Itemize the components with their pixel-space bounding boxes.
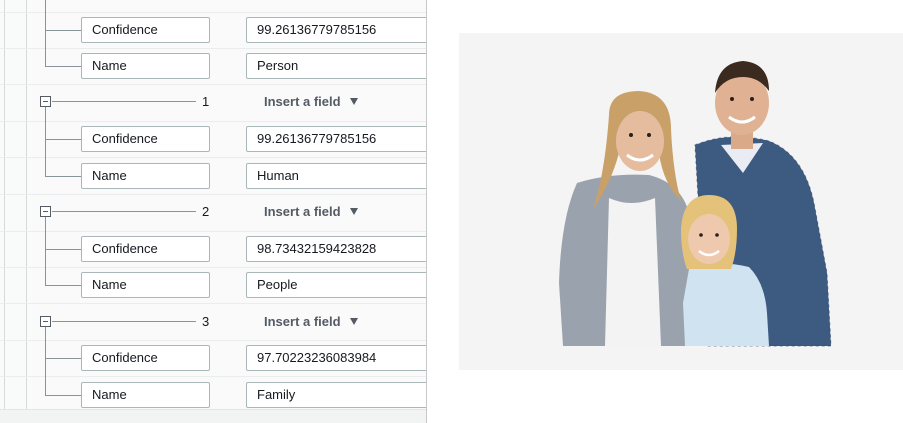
tree-guide-inner xyxy=(26,0,27,409)
tree-connector xyxy=(45,107,46,176)
field-value-input[interactable]: 99.26136779785156 xyxy=(246,17,426,43)
panel-divider[interactable] xyxy=(426,0,427,423)
insert-field-button[interactable]: Insert a field xyxy=(264,94,358,109)
tree-connector xyxy=(45,285,81,286)
caret-down-icon xyxy=(349,208,358,215)
field-key-input[interactable]: Name xyxy=(81,272,210,298)
caret-down-icon xyxy=(349,318,358,325)
image-preview xyxy=(459,33,903,370)
collapse-toggle-icon[interactable] xyxy=(40,96,51,107)
field-value-input[interactable]: Person xyxy=(246,53,426,79)
row-divider xyxy=(0,376,426,377)
array-index: 3 xyxy=(202,314,210,329)
tree-connector xyxy=(52,321,196,322)
array-index: 2 xyxy=(202,204,210,219)
row-divider xyxy=(0,340,426,341)
collapse-toggle-icon[interactable] xyxy=(40,316,51,327)
field-value-input[interactable]: Family xyxy=(246,382,426,408)
tree-connector xyxy=(45,176,81,177)
field-value-input[interactable]: 97.70223236083984 xyxy=(246,345,426,371)
tree-connector xyxy=(45,217,46,286)
row-divider xyxy=(0,231,426,232)
insert-field-button[interactable]: Insert a field xyxy=(264,204,358,219)
row-divider xyxy=(0,194,426,195)
field-key-input[interactable]: Confidence xyxy=(81,126,210,152)
field-value-input[interactable]: People xyxy=(246,272,426,298)
tree-guide-outer xyxy=(4,0,5,409)
row-divider xyxy=(0,303,426,304)
tree-connector xyxy=(45,358,81,359)
field-key-input[interactable]: Confidence xyxy=(81,236,210,262)
row-divider xyxy=(0,84,426,85)
tree-connector xyxy=(45,395,81,396)
field-value-input[interactable]: Human xyxy=(246,163,426,189)
row-divider xyxy=(0,157,426,158)
collapse-toggle-icon[interactable] xyxy=(40,206,51,217)
field-key-input[interactable]: Name xyxy=(81,382,210,408)
field-key-input[interactable]: Confidence xyxy=(81,17,210,43)
tree-connector xyxy=(45,30,81,31)
array-index: 1 xyxy=(202,94,210,109)
row-divider xyxy=(0,12,426,13)
insert-field-label: Insert a field xyxy=(264,204,341,219)
woman-figure xyxy=(559,91,693,346)
json-tree-editor: Confidence 99.26136779785156 Name Person… xyxy=(0,0,426,423)
tree-connector xyxy=(52,211,196,212)
row-divider xyxy=(0,48,426,49)
field-value-input[interactable]: 99.26136779785156 xyxy=(246,126,426,152)
horizontal-scrollbar[interactable] xyxy=(0,409,426,423)
field-key-input[interactable]: Name xyxy=(81,163,210,189)
row-divider xyxy=(0,121,426,122)
insert-field-button[interactable]: Insert a field xyxy=(264,314,358,329)
row-divider xyxy=(0,267,426,268)
field-key-input[interactable]: Name xyxy=(81,53,210,79)
tree-connector xyxy=(45,0,46,67)
insert-field-label: Insert a field xyxy=(264,314,341,329)
family-photo xyxy=(559,61,832,347)
tree-connector xyxy=(45,66,81,67)
field-value-input[interactable]: 98.73432159423828 xyxy=(246,236,426,262)
tree-connector xyxy=(45,139,81,140)
insert-field-label: Insert a field xyxy=(264,94,341,109)
tree-connector xyxy=(45,327,46,395)
tree-connector xyxy=(45,249,81,250)
field-key-input[interactable]: Confidence xyxy=(81,345,210,371)
caret-down-icon xyxy=(349,98,358,105)
tree-connector xyxy=(52,101,196,102)
